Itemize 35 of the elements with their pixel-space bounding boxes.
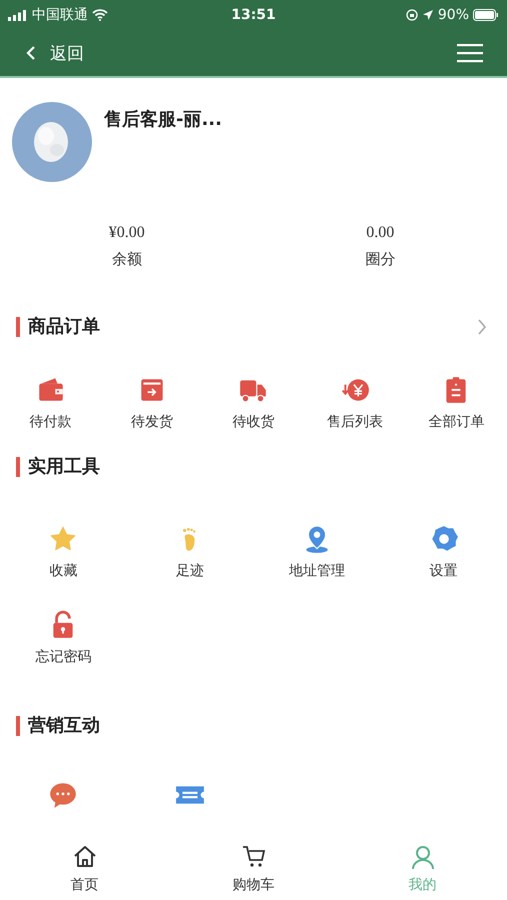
item-label[interactable]: 足迹 — [176, 562, 204, 580]
balance-label[interactable]: 圈分 — [365, 250, 396, 269]
orientation-lock-icon — [406, 9, 418, 21]
section-title: 商品订单 — [16, 317, 100, 337]
person-icon — [410, 844, 436, 870]
chevron-right-icon[interactable] — [477, 318, 487, 336]
back-button[interactable]: 返回 — [26, 42, 84, 64]
menu-icon[interactable] — [457, 43, 483, 63]
balance-value: ¥0.00 — [108, 224, 145, 242]
tab-item[interactable]: 购物车 — [169, 838, 338, 900]
item-label[interactable]: 忘记密码 — [35, 648, 92, 666]
section-title: 营销互动 — [16, 716, 100, 736]
item-label[interactable]: 售后列表 — [326, 413, 383, 431]
item-label[interactable]: 待收货 — [232, 413, 274, 431]
balance-label[interactable]: 余额 — [112, 250, 142, 269]
section-title: 实用工具 — [16, 457, 100, 477]
battery-percent: 90% — [438, 7, 470, 23]
wifi-icon — [92, 9, 108, 21]
item-label[interactable]: 设置 — [430, 562, 458, 580]
home-icon — [72, 844, 98, 870]
user-name: 售后客服-丽... — [104, 108, 222, 131]
item-label[interactable]: 待付款 — [30, 413, 72, 431]
location-arrow-icon — [422, 9, 434, 21]
chat-icon[interactable] — [48, 780, 78, 810]
item-label[interactable]: 全部订单 — [428, 413, 484, 431]
item-label[interactable]: 地址管理 — [288, 562, 345, 580]
signal-icon — [8, 10, 28, 20]
item-label[interactable]: 待发货 — [131, 413, 174, 431]
battery-icon — [473, 9, 500, 21]
tab-item[interactable]: 首页 — [0, 838, 169, 900]
carrier-name: 中国联通 — [32, 6, 88, 24]
chevron-left-icon — [26, 45, 36, 61]
balance-value: 0.00 — [366, 224, 394, 242]
clock-time: 13:51 — [231, 7, 276, 23]
item-label[interactable]: 收藏 — [49, 562, 78, 580]
